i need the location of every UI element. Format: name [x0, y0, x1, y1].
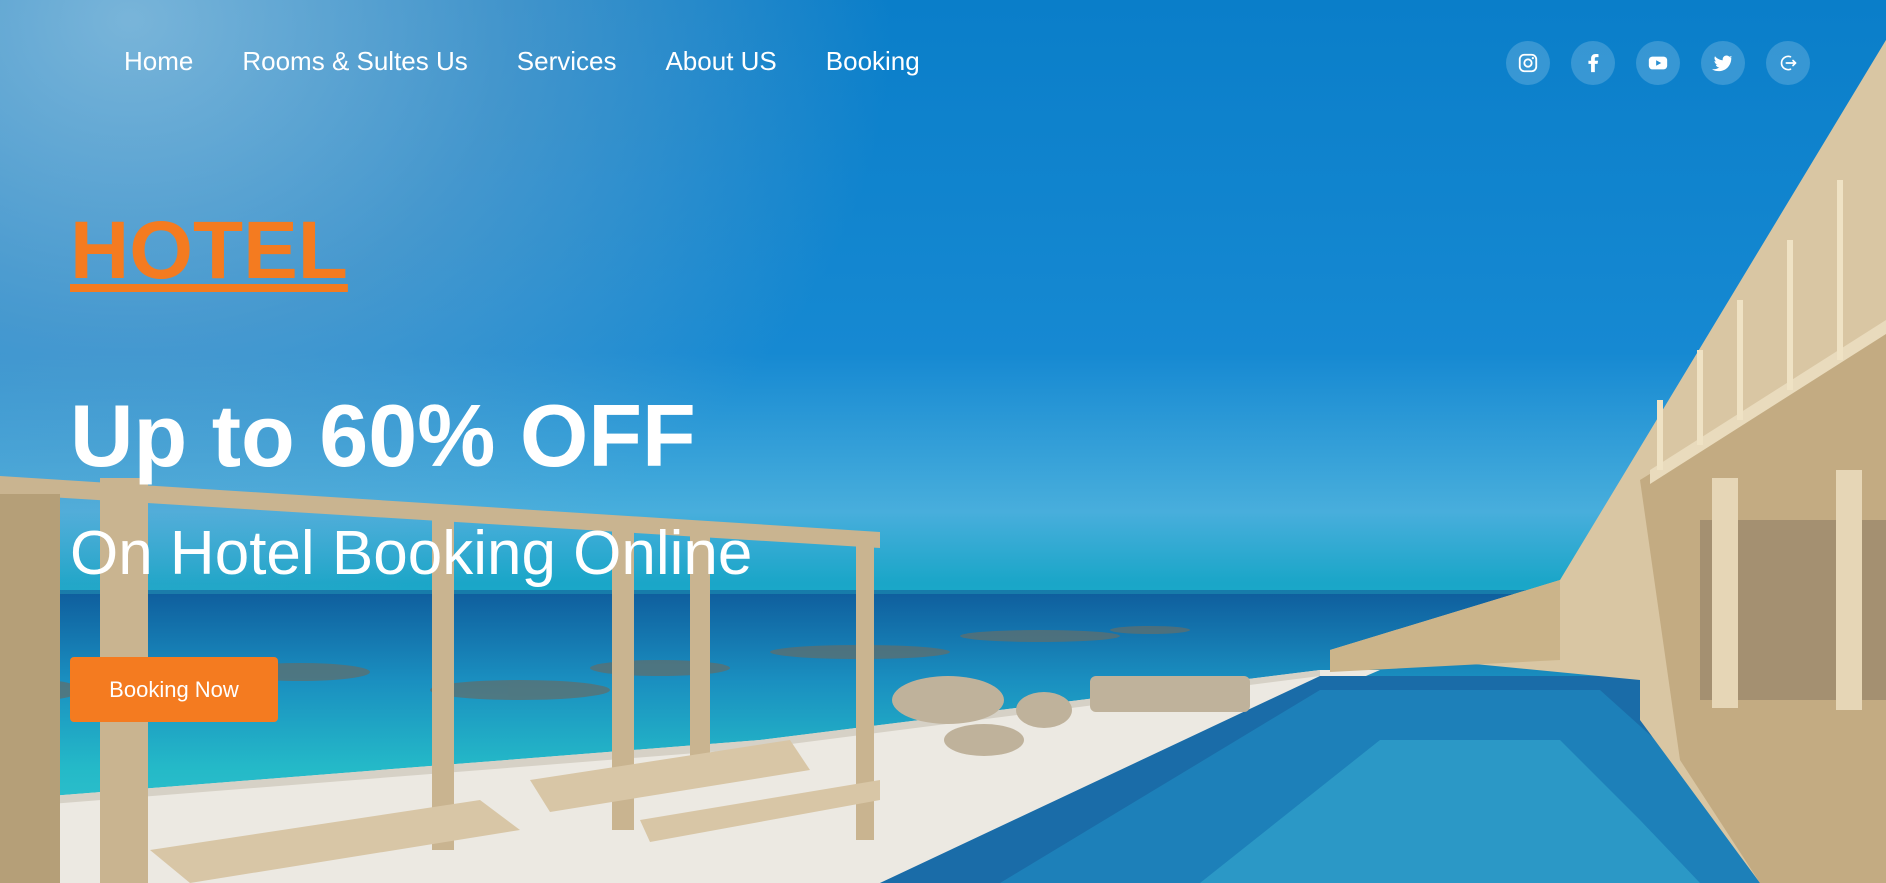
nav-about-link[interactable]: About US [665, 44, 776, 78]
nav-booking-link[interactable]: Booking [826, 44, 920, 78]
nav-rooms-suites-link[interactable]: Rooms & Sultes Us [242, 44, 467, 78]
instagram-button[interactable] [1506, 41, 1550, 85]
logout-icon [1780, 55, 1797, 71]
nav-home-link[interactable]: Home [124, 44, 193, 78]
youtube-icon [1648, 56, 1668, 70]
youtube-button[interactable] [1636, 41, 1680, 85]
logout-button[interactable] [1766, 41, 1810, 85]
social-links [1506, 41, 1810, 85]
twitter-button[interactable] [1701, 41, 1745, 85]
nav-services-link[interactable]: Services [517, 44, 617, 78]
facebook-icon [1588, 54, 1599, 73]
main-nav: Home Rooms & Sultes Us Services About US… [124, 44, 920, 78]
facebook-button[interactable] [1571, 41, 1615, 85]
hotel-logo-title[interactable]: HOTEL [70, 206, 348, 296]
twitter-icon [1712, 55, 1734, 72]
instagram-icon [1518, 53, 1538, 73]
discount-headline: Up to 60% OFF [70, 386, 696, 485]
booking-now-button[interactable]: Booking Now [70, 657, 278, 722]
booking-subheadline: On Hotel Booking Online [70, 519, 753, 588]
